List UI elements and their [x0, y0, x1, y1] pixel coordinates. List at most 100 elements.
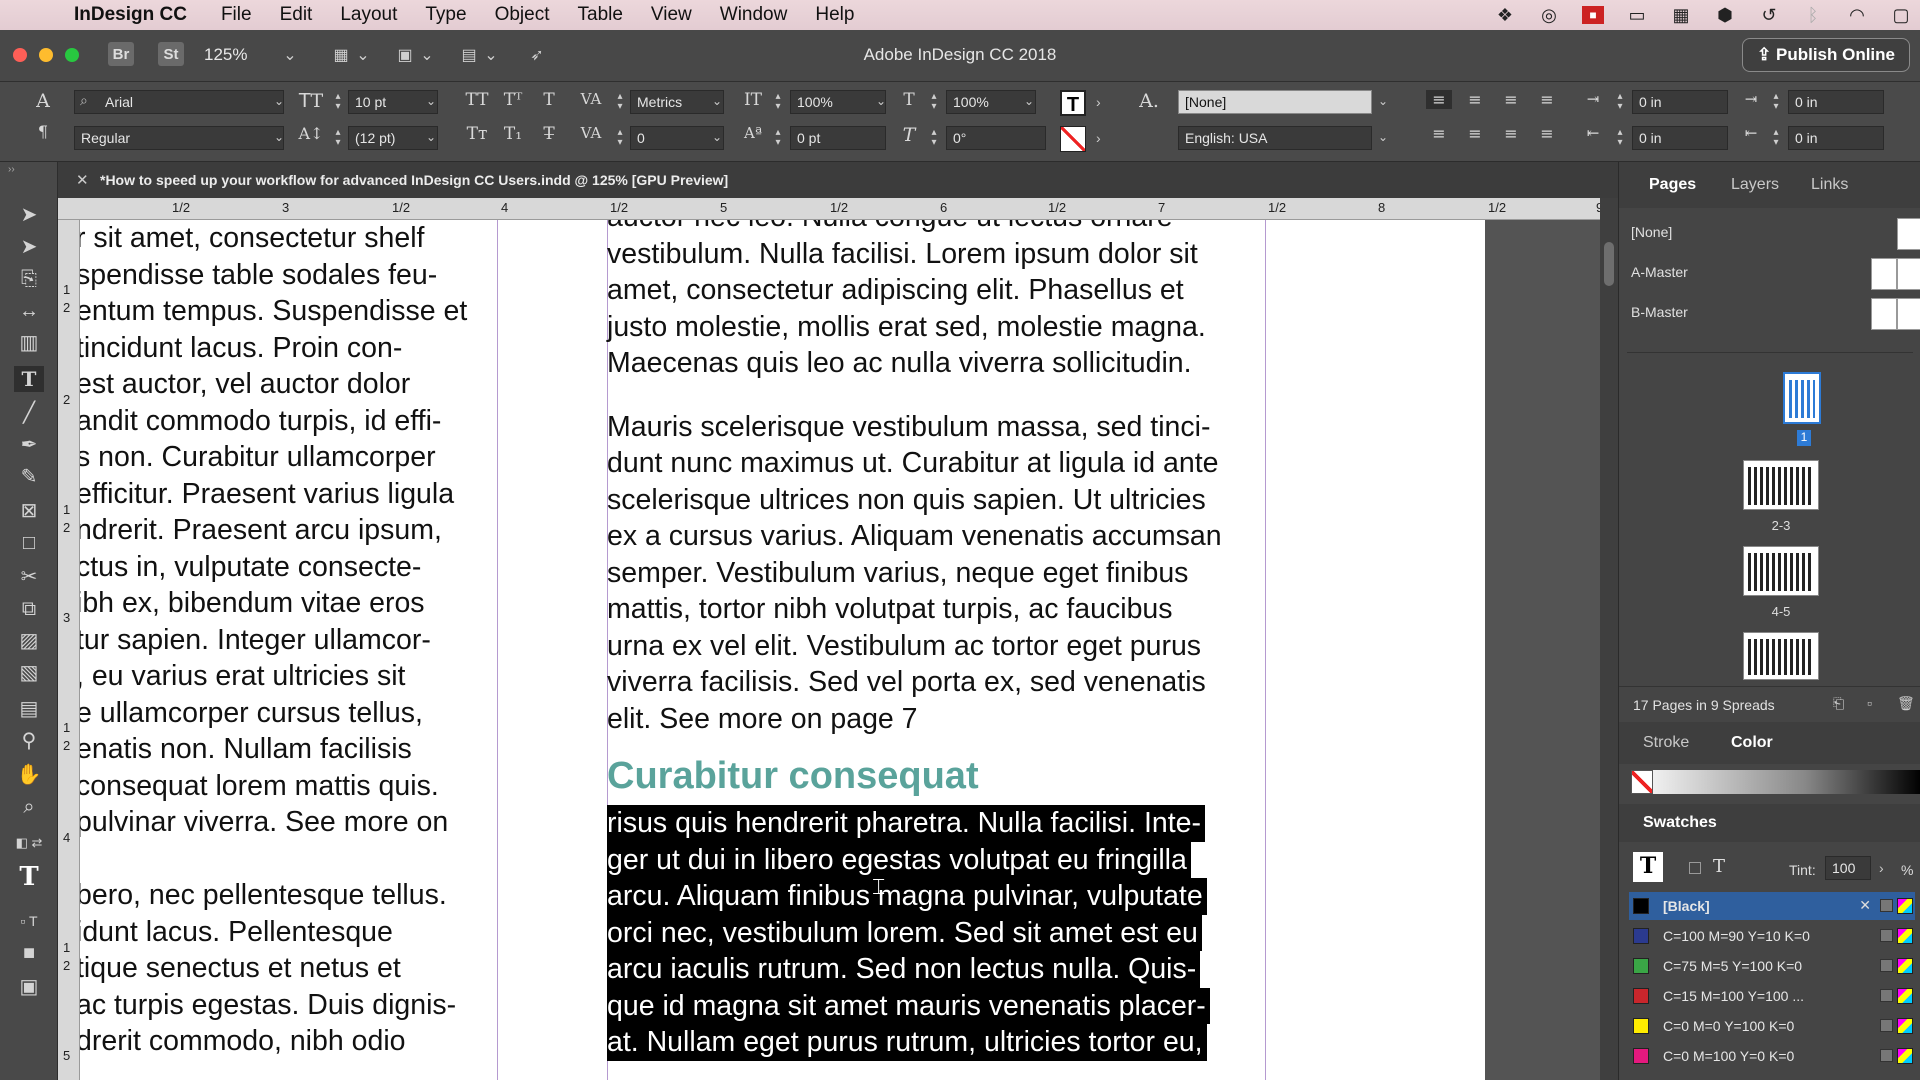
swatch-row[interactable]: C=0 M=0 Y=100 K=0 — [1629, 1012, 1915, 1040]
app-grid-icon[interactable]: ▦ — [1670, 6, 1692, 24]
swatches-title[interactable]: Swatches — [1643, 814, 1717, 832]
left-text-frame[interactable]: r sit amet, consectetur shelf spendisse t… — [80, 220, 496, 1060]
direct-selection-tool-icon[interactable]: ➤ — [14, 234, 44, 260]
none-swatch-icon[interactable] — [1631, 770, 1653, 794]
spread-thumbnail[interactable] — [1743, 632, 1819, 680]
first-line-indent-stepper[interactable]: ▴ ▾ — [1614, 128, 1626, 148]
document-canvas[interactable]: r sit amet, consectetur shelf spendisse t… — [80, 220, 1600, 1080]
fill-text-icon[interactable]: T — [1060, 90, 1086, 116]
document-page[interactable]: r sit amet, consectetur shelf spendisse t… — [80, 220, 1485, 1080]
view-options-icon[interactable]: ▦ — [328, 42, 354, 68]
vertical-scale-chevron-icon[interactable]: ⌄ — [874, 94, 888, 108]
menu-type[interactable]: Type — [425, 4, 466, 26]
master-b-thumbnail[interactable] — [1897, 298, 1920, 330]
font-family-field[interactable]: Arial — [74, 90, 284, 114]
arrange-chevron-icon[interactable]: ⌄ — [484, 42, 498, 68]
font-family-chevron-icon[interactable]: ⌄ — [272, 94, 286, 108]
stroke-chevron-icon[interactable]: › — [1096, 130, 1101, 146]
swatch-row[interactable]: C=15 M=100 Y=100 ... — [1629, 982, 1915, 1010]
character-style-field[interactable]: [None] — [1178, 90, 1372, 114]
dropbox-icon[interactable]: ❖ — [1494, 6, 1516, 24]
bluetooth-icon[interactable]: ᛒ — [1802, 6, 1824, 24]
pen-tool-icon[interactable]: ✒ — [14, 432, 44, 458]
type-tool-icon[interactable]: T — [14, 366, 44, 392]
display-icon[interactable]: ▭ — [1626, 6, 1648, 24]
baseline-shift-field[interactable]: 0 pt — [790, 126, 886, 150]
swatch-row[interactable]: [Black] ✕ — [1629, 892, 1915, 920]
swatch-row[interactable]: C=75 M=5 Y=100 K=0 — [1629, 952, 1915, 980]
document-tab[interactable]: ✕ *How to speed up your workflow for adv… — [58, 162, 1618, 198]
page-thumbnail-1[interactable] — [1783, 372, 1821, 424]
lock-icon[interactable]: ⬢ — [1714, 6, 1736, 24]
baseline-shift-stepper[interactable]: ▴ ▾ — [772, 128, 784, 148]
menu-object[interactable]: Object — [495, 4, 550, 26]
tracking-stepper[interactable]: ▴ ▾ — [614, 128, 626, 148]
close-window-button[interactable] — [13, 48, 27, 62]
note-tool-icon[interactable]: ▤ — [14, 696, 44, 722]
default-fill-stroke-icon[interactable]: ◧ ⇄ — [14, 830, 44, 856]
align-left-icon[interactable]: ≡ — [1426, 90, 1452, 109]
view-options-chevron-icon[interactable]: ⌄ — [356, 42, 370, 68]
menu-file[interactable]: File — [221, 4, 252, 26]
align-towards-spine-icon[interactable]: ≡ — [1498, 124, 1524, 143]
tab-pages[interactable]: Pages — [1649, 176, 1696, 194]
leading-chevron-icon[interactable]: ⌄ — [424, 130, 438, 144]
menu-window[interactable]: Window — [720, 4, 788, 26]
screen-mode-tool-icon[interactable]: ▣ — [14, 974, 44, 1000]
tab-stroke[interactable]: Stroke — [1643, 734, 1689, 752]
delete-page-icon[interactable]: 🗑 — [1897, 695, 1915, 712]
vertical-scrollbar[interactable] — [1600, 198, 1618, 1080]
paragraph-controls-icon[interactable]: ¶ — [30, 122, 56, 141]
skew-field[interactable]: 0° — [946, 126, 1046, 150]
scissors-tool-icon[interactable]: ✂ — [14, 564, 44, 590]
horizontal-scale-chevron-icon[interactable]: ⌄ — [1022, 94, 1036, 108]
gap-tool-icon[interactable]: ↔ — [14, 298, 44, 324]
page-tool-icon[interactable]: ⎘ — [14, 266, 44, 292]
swatch-row[interactable]: C=100 M=90 Y=10 K=0 — [1629, 922, 1915, 950]
tools-collapse-icon[interactable]: ›› — [8, 164, 15, 175]
tracking-chevron-icon[interactable]: ⌄ — [710, 130, 724, 144]
selection-tool-icon[interactable]: ➤ — [14, 202, 44, 228]
zoom-tool-icon[interactable]: ⌕ — [14, 794, 44, 820]
content-collector-tool-icon[interactable]: ▥ — [14, 330, 44, 356]
scrollbar-thumb[interactable] — [1604, 242, 1614, 286]
fill-stroke-proxy-icon[interactable]: T — [14, 864, 44, 904]
left-indent-stepper[interactable]: ▴ ▾ — [1614, 92, 1626, 112]
swatch-row[interactable]: C=0 M=100 Y=0 K=0 — [1629, 1042, 1915, 1070]
right-text-frame[interactable]: auctor nec leo. Nulla congue ut lectus o… — [607, 220, 1267, 1061]
character-style-chevron-icon[interactable]: ⌄ — [1376, 94, 1390, 108]
skew-stepper[interactable]: ▴ ▾ — [928, 128, 940, 148]
vertical-scale-field[interactable]: 100% — [790, 90, 886, 114]
stroke-none-icon[interactable] — [1060, 126, 1086, 152]
formatting-affects-icon[interactable]: ▫ T — [14, 908, 44, 934]
menu-edit[interactable]: Edit — [280, 4, 313, 26]
vertical-ruler[interactable]: 1 2 2 1 2 3 1 2 4 1 2 5 — [58, 220, 80, 1080]
zoom-level-field[interactable]: 125% — [204, 42, 274, 68]
new-page-icon[interactable]: ▫ — [1867, 695, 1872, 711]
superscript-icon[interactable]: Tᵀ — [500, 90, 526, 110]
rectangle-frame-tool-icon[interactable]: ⊠ — [14, 498, 44, 524]
align-center-icon[interactable]: ≡ — [1462, 90, 1488, 109]
menu-layout[interactable]: Layout — [340, 4, 397, 26]
spread-thumbnail[interactable] — [1743, 546, 1819, 596]
master-none-thumbnail[interactable] — [1897, 218, 1920, 250]
last-line-indent-field[interactable]: 0 in — [1788, 126, 1884, 150]
vertical-scale-stepper[interactable]: ▴ ▾ — [772, 92, 784, 112]
swatch-fill-text-icon[interactable]: T — [1633, 852, 1663, 882]
first-line-indent-field[interactable]: 0 in — [1632, 126, 1728, 150]
master-b[interactable]: B-Master — [1631, 304, 1688, 320]
menu-view[interactable]: View — [651, 4, 692, 26]
master-a-thumbnail[interactable] — [1897, 258, 1920, 290]
horizontal-scale-stepper[interactable]: ▴ ▾ — [928, 92, 940, 112]
eyedropper-tool-icon[interactable]: ⚲ — [14, 728, 44, 754]
time-machine-icon[interactable]: ↺ — [1758, 6, 1780, 24]
justify-center-icon[interactable]: ≡ — [1426, 124, 1452, 143]
right-indent-field[interactable]: 0 in — [1788, 90, 1884, 114]
publish-feather-icon[interactable]: ➶ — [524, 42, 550, 68]
tab-links[interactable]: Links — [1811, 176, 1848, 194]
kerning-chevron-icon[interactable]: ⌄ — [710, 94, 724, 108]
tab-color[interactable]: Color — [1731, 734, 1773, 752]
strikethrough-icon[interactable]: T̶ — [536, 124, 562, 144]
zoom-dropdown-chevron-icon[interactable]: ⌄ — [282, 42, 298, 68]
view-mode-icon[interactable]: ■ — [14, 940, 44, 966]
